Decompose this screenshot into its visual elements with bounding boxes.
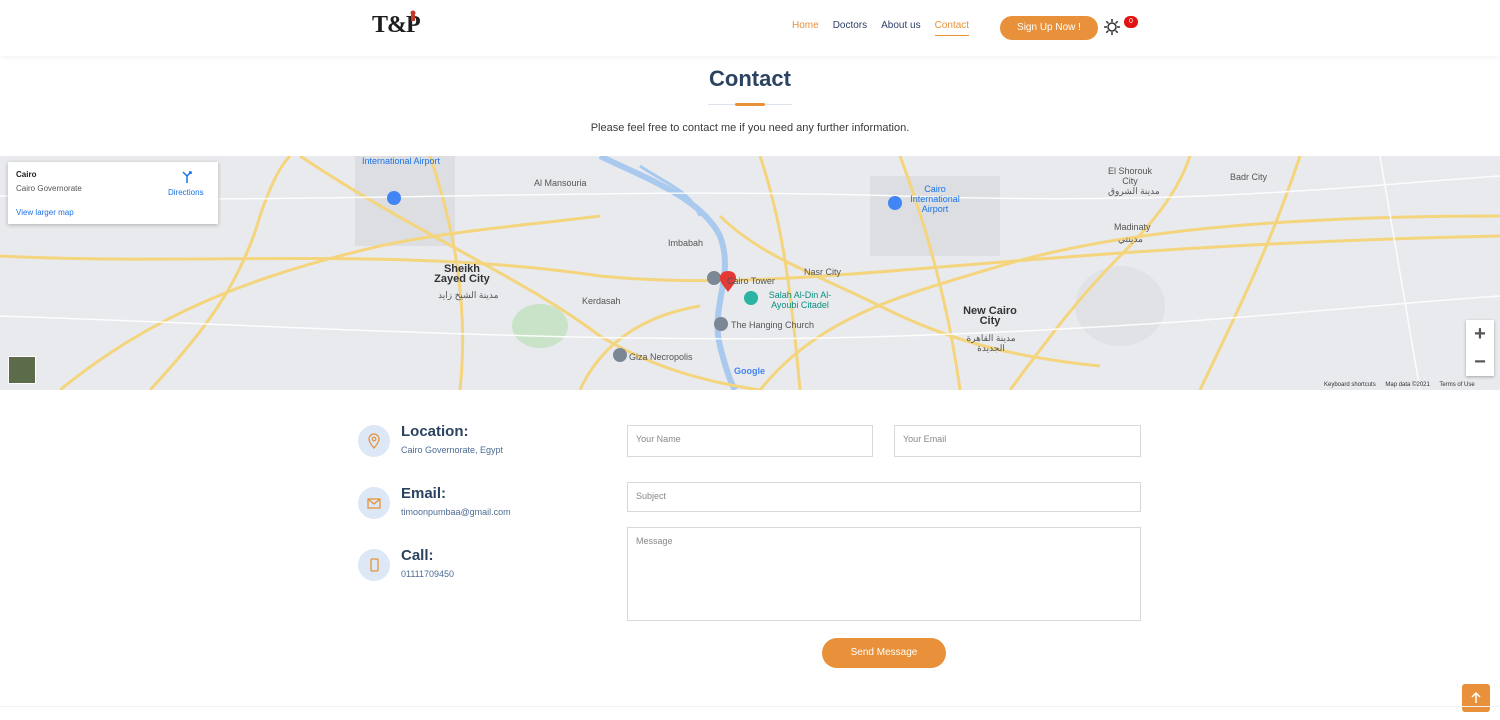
notification-badge: 0: [1124, 16, 1138, 28]
map-label-new-cairo-ar: مدينة القاهرة الجديدة: [966, 333, 1016, 353]
map-place-card: Cairo Cairo Governorate View larger map …: [8, 162, 218, 224]
map-label-sheikh-zayed: Sheikh Zayed City: [434, 263, 490, 285]
main-nav: Home Doctors About us Contact: [792, 20, 983, 36]
map-data-text: Map data ©2021: [1385, 382, 1430, 388]
signup-button[interactable]: Sign Up Now !: [1000, 16, 1098, 40]
location-icon-circle: [358, 425, 390, 457]
nav-home[interactable]: Home: [792, 20, 819, 36]
location-value: Cairo Governorate, Egypt: [401, 445, 504, 455]
nav-doctors[interactable]: Doctors: [833, 20, 867, 36]
map-card-subtitle: Cairo Governorate: [16, 184, 82, 193]
map-zoom-controls: + −: [1466, 320, 1494, 376]
message-textarea[interactable]: Message: [627, 527, 1141, 621]
location-title: Location:: [401, 423, 469, 440]
call-value[interactable]: 01111709450: [401, 569, 454, 579]
map-label-cairo-tower: Cairo Tower: [727, 276, 775, 286]
directions-link[interactable]: Directions: [168, 188, 204, 197]
email-input[interactable]: Your Email: [894, 425, 1141, 457]
phone-icon: [370, 558, 379, 572]
footer-divider: [0, 706, 1500, 707]
subject-input[interactable]: Subject: [627, 482, 1141, 512]
map-label-el-shorouk-ar: مدينة الشروق: [1108, 186, 1160, 196]
send-message-button[interactable]: Send Message: [822, 638, 946, 668]
view-larger-map-link[interactable]: View larger map: [16, 208, 74, 217]
name-input[interactable]: Your Name: [627, 425, 873, 457]
map-label-badr-city: Badr City: [1230, 172, 1268, 182]
map-footer: Keyboard shortcuts Map data ©2021 Terms …: [1324, 382, 1483, 388]
envelope-icon: [367, 498, 381, 509]
call-title: Call:: [401, 547, 434, 564]
map-roads: [0, 156, 1500, 390]
map-keyboard-shortcuts-link[interactable]: Keyboard shortcuts: [1324, 382, 1376, 388]
map-label-imbabah: Imbabah: [668, 238, 704, 248]
map-label-kerdasah: Kerdasah: [582, 296, 621, 306]
directions-icon[interactable]: [180, 170, 194, 184]
map-terms-link[interactable]: Terms of Use: [1439, 382, 1474, 388]
nav-about[interactable]: About us: [881, 20, 920, 36]
map-satellite-thumbnail[interactable]: [8, 356, 36, 384]
zoom-in-button[interactable]: +: [1466, 320, 1494, 348]
logo[interactable]: T&P: [372, 10, 421, 39]
back-to-top-button[interactable]: [1462, 684, 1490, 712]
nav-contact[interactable]: Contact: [934, 20, 970, 36]
phone-icon-circle: [358, 549, 390, 581]
map-label-sheikh-zayed-ar: مدينة الشيخ زايد: [438, 290, 499, 300]
site-header: T&P Home Doctors About us Contact Sign U…: [0, 0, 1500, 56]
map-label-al-mansouria: Al Mansouria: [534, 178, 587, 188]
map-card-title: Cairo: [16, 170, 37, 179]
location-pin-icon: [368, 433, 380, 449]
email-title: Email:: [401, 485, 447, 502]
map-label-nasr-city: Nasr City: [804, 267, 842, 277]
page-subtitle: Please feel free to contact me if you ne…: [590, 122, 910, 134]
map-label-cairo-airport: Cairo International Airport: [910, 184, 960, 214]
map-label-madinaty-ar: مدينتي: [1118, 234, 1143, 244]
map-label-giza: Giza Necropolis: [629, 352, 693, 362]
map-label-new-cairo: New Cairo City: [963, 305, 1017, 327]
logo-mark-icon: [410, 10, 416, 21]
map-label-el-shorouk: El Shorouk City: [1107, 166, 1153, 186]
gear-icon[interactable]: [1103, 18, 1121, 36]
embedded-map[interactable]: International Airport Cairo Internationa…: [0, 156, 1500, 390]
map-label-salah-citadel: Salah Al-Din Al-Ayoubi Citadel: [768, 290, 832, 310]
email-value[interactable]: timoonpumbaa@gmail.com: [401, 507, 511, 517]
email-icon-circle: [358, 487, 390, 519]
google-logo: Google: [734, 366, 765, 376]
map-label-intl-airport: International Airport: [362, 156, 441, 166]
zoom-out-button[interactable]: −: [1466, 348, 1494, 376]
map-label-hanging-church: The Hanging Church: [731, 320, 815, 330]
title-divider-accent: [735, 103, 765, 106]
page-title: Contact: [709, 66, 791, 91]
map-label-madinaty: Madinaty: [1114, 222, 1151, 232]
arrow-up-icon: [1471, 691, 1481, 703]
